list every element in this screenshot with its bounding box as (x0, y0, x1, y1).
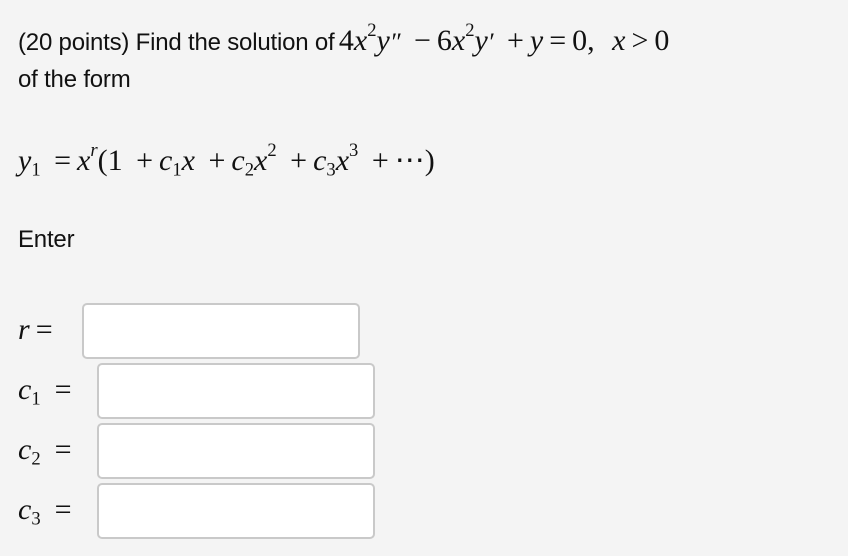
differential-equation: 4x2y″ −6x2y′ + y = 0, x >0 (338, 20, 670, 57)
answer-label-c3: c3 = (18, 493, 72, 530)
answer-row-c1: c1 = (0, 363, 848, 419)
question-prefix: (20 points) Find the solution of (18, 29, 335, 56)
series-formula: y1 = xr(1 + c1x + c2x2 + c3x3 + ⋯) (18, 140, 435, 181)
question-line-2: of the form (18, 66, 131, 93)
answer-row-r: r = (0, 303, 848, 359)
answer-row-c3: c3 = (0, 483, 848, 539)
answer-label-r: r = (18, 313, 53, 346)
answer-label-c2: c2 = (18, 433, 72, 470)
answer-input-c2[interactable] (97, 423, 375, 479)
answer-input-c1[interactable] (97, 363, 375, 419)
answer-input-r[interactable] (82, 303, 360, 359)
answer-row-c2: c2 = (0, 423, 848, 479)
answer-label-c1: c1 = (18, 373, 72, 410)
question-line: (20 points) Find the solution of 4x2y″ −… (18, 20, 670, 58)
enter-label: Enter (18, 226, 75, 253)
answer-input-c3[interactable] (97, 483, 375, 539)
